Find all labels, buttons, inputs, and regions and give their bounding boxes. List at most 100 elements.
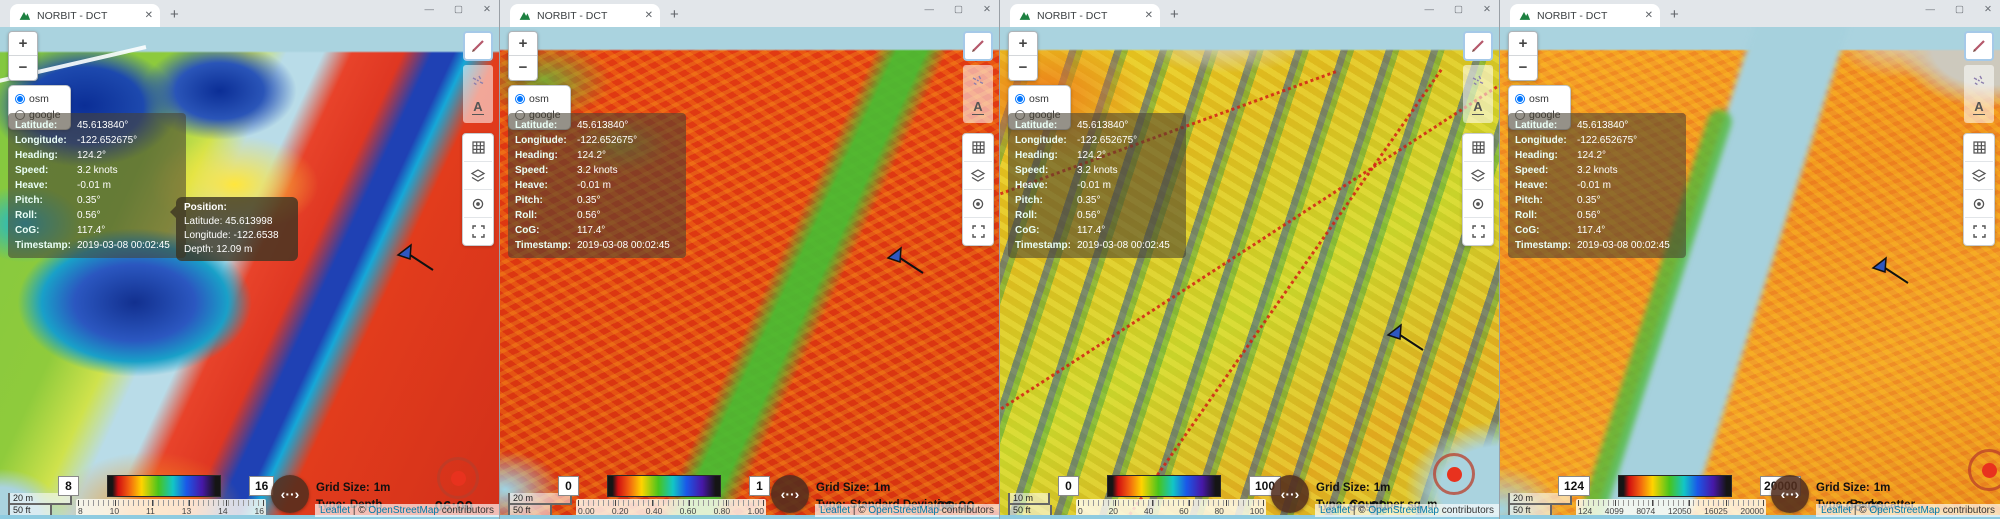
close-button[interactable]: ✕ (1483, 4, 1491, 15)
osm-radio[interactable] (15, 94, 25, 105)
new-tab-button[interactable]: + (1670, 7, 1679, 22)
font-size-button[interactable]: A (964, 94, 992, 121)
zoom-in-button[interactable]: + (9, 32, 37, 56)
layers-button[interactable] (1464, 162, 1492, 190)
record-indicator[interactable] (1968, 449, 2000, 491)
vessel-marker-icon[interactable] (1870, 255, 1914, 291)
draw-measure-button[interactable] (1964, 31, 1994, 61)
tab-close-icon[interactable]: ✕ (645, 10, 653, 21)
fullscreen-button[interactable] (964, 218, 992, 245)
locate-button[interactable] (1965, 190, 1993, 218)
new-tab-button[interactable]: + (670, 7, 679, 22)
record-indicator[interactable] (1433, 453, 1475, 495)
maximize-button[interactable]: ▢ (454, 4, 463, 15)
minimize-button[interactable]: — (1926, 4, 1936, 15)
record-indicator[interactable] (437, 457, 479, 499)
new-tab-button[interactable]: + (170, 7, 179, 22)
zoom-out-button[interactable]: − (1009, 56, 1037, 80)
font-size-button[interactable]: A (1464, 94, 1492, 121)
fullscreen-button[interactable] (464, 218, 492, 245)
draw-measure-button[interactable] (963, 31, 993, 61)
new-tab-button[interactable]: + (1170, 7, 1179, 22)
minimize-button[interactable]: — (925, 4, 935, 15)
attribution-suffix: contributors (438, 505, 494, 516)
layers-button[interactable] (964, 162, 992, 190)
zoom-in-button[interactable]: + (1009, 32, 1037, 56)
bathymetry-map-depth[interactable]: + − osm google Latitude:45.613840° Longi… (0, 27, 499, 519)
tab-close-icon[interactable]: ✕ (145, 10, 153, 21)
browser-tab[interactable]: NORBIT - DCT ✕ (510, 4, 660, 27)
measure-marks-button[interactable] (964, 67, 992, 94)
measure-marks-button[interactable] (464, 67, 492, 94)
leaflet-link[interactable]: Leaflet (320, 505, 350, 516)
bathymetry-map-backscatter[interactable]: + − osm google Latitude:45.613840° Longi… (1500, 27, 2000, 519)
basemap-option-osm[interactable]: osm (1515, 91, 1561, 107)
maximize-button[interactable]: ▢ (1955, 4, 1964, 15)
leaflet-link[interactable]: Leaflet (1320, 505, 1350, 516)
zoom-out-button[interactable]: − (1509, 56, 1537, 80)
basemap-option-osm[interactable]: osm (1015, 91, 1061, 107)
basemap-option-osm[interactable]: osm (15, 91, 61, 107)
grid-toggle-button[interactable] (464, 134, 492, 162)
openstreetmap-link[interactable]: OpenStreetMap (868, 505, 939, 516)
maximize-button[interactable]: ▢ (1454, 4, 1463, 15)
zoom-out-button[interactable]: − (509, 56, 537, 80)
tab-close-icon[interactable]: ✕ (1645, 10, 1653, 21)
vessel-marker-icon[interactable] (885, 245, 929, 281)
locate-button[interactable] (964, 190, 992, 218)
bathymetry-map-stddev[interactable]: + − osm google Latitude:45.613840° Longi… (500, 27, 999, 519)
minimize-button[interactable]: — (425, 4, 435, 15)
browser-tab[interactable]: NORBIT - DCT ✕ (1010, 4, 1160, 27)
font-size-button[interactable]: A (464, 94, 492, 121)
zoom-in-button[interactable]: + (509, 32, 537, 56)
info-label: Heave: (1515, 180, 1548, 191)
locate-button[interactable] (464, 190, 492, 218)
fullscreen-button[interactable] (1464, 218, 1492, 245)
openstreetmap-link[interactable]: OpenStreetMap (1368, 505, 1439, 516)
minimize-button[interactable]: — (1425, 4, 1435, 15)
close-button[interactable]: ✕ (483, 4, 491, 15)
openstreetmap-link[interactable]: OpenStreetMap (368, 505, 439, 516)
measure-marks-button[interactable] (1965, 67, 1993, 94)
titlebar: NORBIT - DCT ✕ + — ▢ ✕ (1500, 0, 2000, 28)
pan-mode-button[interactable]: ‹··› (771, 475, 809, 513)
close-button[interactable]: ✕ (983, 4, 991, 15)
layers-button[interactable] (1965, 162, 1993, 190)
info-value: 124.2° (1077, 150, 1107, 161)
pan-mode-button[interactable]: ‹··› (271, 475, 309, 513)
fullscreen-button[interactable] (1965, 218, 1993, 245)
draw-measure-button[interactable] (463, 31, 493, 61)
leaflet-link[interactable]: Leaflet (1821, 505, 1851, 516)
pan-mode-button[interactable]: ‹··› (1771, 475, 1809, 513)
close-button[interactable]: ✕ (1984, 4, 1992, 15)
measure-marks-button[interactable] (1464, 67, 1492, 94)
grid-toggle-button[interactable] (1464, 134, 1492, 162)
browser-tab[interactable]: NORBIT - DCT ✕ (1510, 4, 1660, 27)
pan-mode-button[interactable]: ‹··› (1271, 475, 1309, 513)
tab-close-icon[interactable]: ✕ (1145, 10, 1153, 21)
locate-button[interactable] (1464, 190, 1492, 218)
zoom-in-button[interactable]: + (1509, 32, 1537, 56)
grid-toggle-button[interactable] (1965, 134, 1993, 162)
zoom-out-button[interactable]: − (9, 56, 37, 80)
vessel-info-panel: Latitude: 45.613840° Longitude: -122.65267… (1508, 113, 1686, 258)
grid-toggle-button[interactable] (964, 134, 992, 162)
osm-radio[interactable] (1015, 94, 1025, 105)
scale-metric: 10 m (1008, 493, 1050, 505)
layers-button[interactable] (464, 162, 492, 190)
record-dot-icon (450, 470, 466, 486)
font-size-button[interactable]: A (1965, 94, 1993, 121)
bathymetry-map-count[interactable]: + − osm google Latitude:45.613840° Longi… (1000, 27, 1499, 519)
leaflet-link[interactable]: Leaflet (820, 505, 850, 516)
colorbar-min-value: 8 (58, 476, 79, 496)
osm-radio[interactable] (1515, 94, 1525, 105)
vessel-marker-icon[interactable] (395, 242, 439, 278)
info-value: 0.56° (1077, 210, 1101, 221)
osm-radio[interactable] (515, 94, 525, 105)
maximize-button[interactable]: ▢ (954, 4, 963, 15)
draw-measure-button[interactable] (1463, 31, 1493, 61)
vessel-marker-icon[interactable] (1385, 322, 1429, 358)
basemap-option-osm[interactable]: osm (515, 91, 561, 107)
openstreetmap-link[interactable]: OpenStreetMap (1869, 505, 1940, 516)
browser-tab[interactable]: NORBIT - DCT ✕ (10, 4, 160, 27)
